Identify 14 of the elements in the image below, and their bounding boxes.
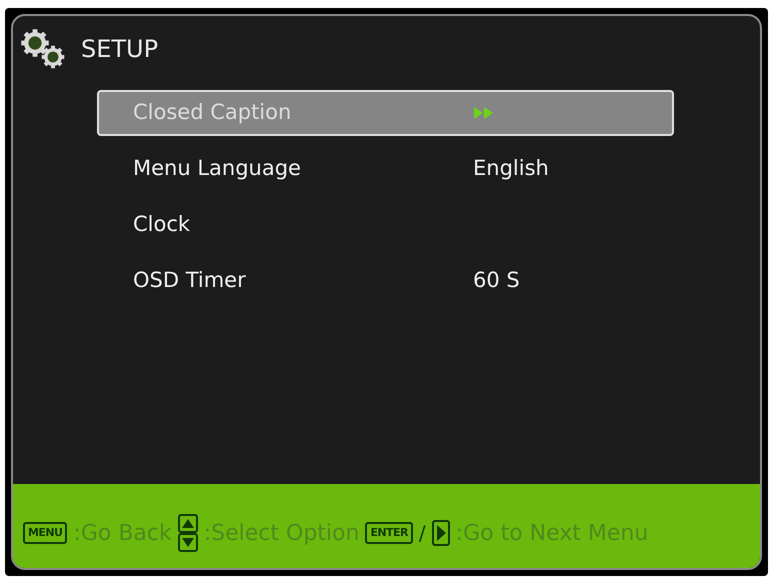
item-label: Clock bbox=[133, 211, 192, 238]
key-label: MENU bbox=[23, 522, 68, 544]
item-value: 60 S bbox=[473, 267, 520, 294]
up-down-arrows-icon bbox=[178, 514, 198, 552]
item-label: OSD Timer bbox=[133, 267, 247, 294]
menu-title: SETUP bbox=[81, 34, 158, 65]
item-label: Closed Caption bbox=[133, 99, 292, 126]
separator: / bbox=[418, 520, 426, 547]
menu-item[interactable]: Clock bbox=[97, 202, 674, 248]
key-label: ENTER bbox=[365, 522, 413, 544]
menu-item[interactable]: Menu Language English bbox=[97, 146, 674, 192]
menu-item[interactable]: OSD Timer 60 S bbox=[97, 258, 674, 304]
item-label: Menu Language bbox=[133, 155, 302, 182]
item-value: English bbox=[473, 155, 549, 182]
